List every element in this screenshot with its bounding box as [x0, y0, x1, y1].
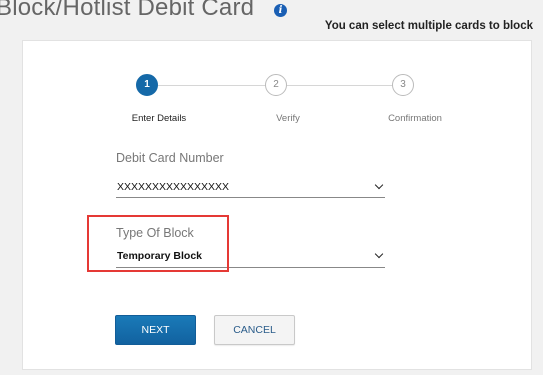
multi-select-note: You can select multiple cards to block	[324, 20, 533, 32]
step-3-label: Confirmation	[388, 113, 442, 124]
step-1-circle: 1	[136, 74, 158, 96]
cancel-button[interactable]: CANCEL	[214, 315, 295, 345]
step-connector	[158, 85, 266, 86]
step-3-circle: 3	[392, 74, 414, 96]
next-button[interactable]: NEXT	[115, 315, 196, 345]
step-2-circle: 2	[265, 74, 287, 96]
chevron-down-icon	[374, 180, 384, 190]
debit-card-number-select[interactable]: XXXXXXXXXXXXXXXX	[116, 176, 385, 198]
step-2-label: Verify	[276, 113, 300, 124]
info-icon[interactable]: i	[274, 4, 287, 17]
step-connector	[287, 85, 395, 86]
step-1-label: Enter Details	[131, 113, 187, 124]
debit-card-number-label: Debit Card Number	[116, 151, 224, 165]
debit-card-number-value: XXXXXXXXXXXXXXXX	[117, 181, 230, 193]
highlight-box	[87, 215, 229, 272]
page-title: Block/Hotlist Debit Card	[0, 0, 255, 21]
form-card: 1 2 3 Enter Details Verify Confirmation …	[22, 40, 532, 370]
chevron-down-icon	[374, 249, 384, 259]
